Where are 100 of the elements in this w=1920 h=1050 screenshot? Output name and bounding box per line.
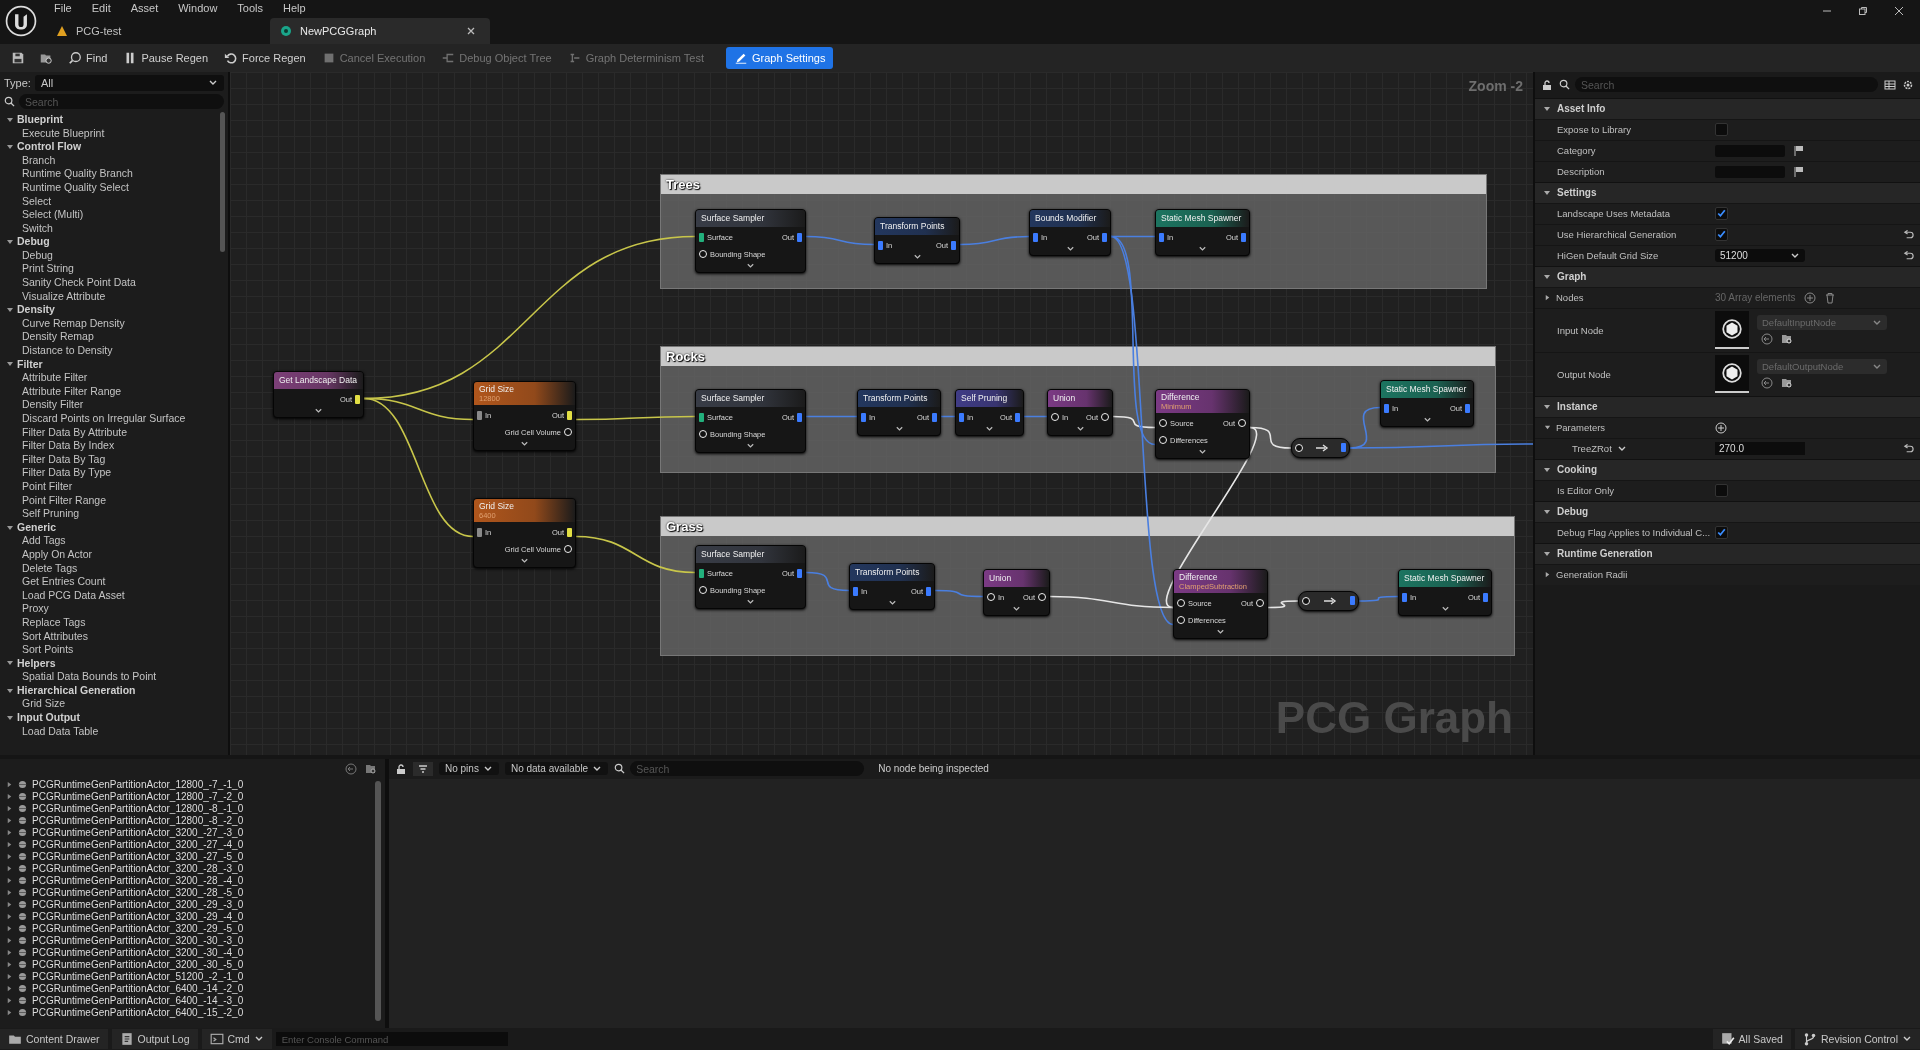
node-list-item[interactable]: Sort Points <box>6 643 228 657</box>
node-list-item[interactable]: Runtime Quality Select <box>6 180 228 195</box>
input-pin[interactable] <box>959 412 964 422</box>
scrollbar[interactable] <box>375 780 381 1021</box>
connection-wire[interactable] <box>575 415 696 421</box>
node-list-item[interactable]: Density Remap <box>6 330 228 345</box>
status-button[interactable]: Content Drawer <box>0 1029 108 1049</box>
table-icon[interactable] <box>1884 78 1896 91</box>
actor-list-item[interactable]: PCGRuntimeGenPartitionActor_12800_-7_-1_0 <box>32 779 244 791</box>
node-header[interactable]: Surface Sampler <box>696 389 805 407</box>
expander-icon[interactable] <box>6 949 13 957</box>
input-pin[interactable] <box>699 250 707 259</box>
node-list-item[interactable]: Apply On Actor <box>6 547 228 562</box>
chevron-icon[interactable] <box>985 425 994 432</box>
expander-icon[interactable] <box>6 781 13 789</box>
input-pin[interactable] <box>861 412 866 422</box>
input-pin[interactable] <box>1051 413 1059 422</box>
input-pin[interactable] <box>1384 403 1389 413</box>
input-pin[interactable] <box>699 232 704 242</box>
node-header[interactable]: Union <box>1048 389 1112 407</box>
actor-list-item[interactable]: PCGRuntimeGenPartitionActor_3200_-29_-5_0 <box>32 923 244 935</box>
input-pin[interactable] <box>1295 443 1303 452</box>
section-header[interactable]: Runtime Generation <box>1535 542 1920 564</box>
chevron-icon[interactable] <box>314 407 323 414</box>
output-pin[interactable] <box>1101 413 1109 422</box>
category-header[interactable]: Control Flow <box>6 140 228 154</box>
category-header[interactable]: Hierarchical Generation <box>6 683 228 698</box>
node-header[interactable]: Bounds Modifier <box>1030 209 1110 227</box>
node-list-item[interactable]: Filter Data By Type <box>6 466 228 480</box>
node-list-item[interactable]: Filter Data By Attribute <box>6 425 228 440</box>
actor-list-item[interactable]: PCGRuntimeGenPartitionActor_3200_-29_-4_0 <box>32 911 244 923</box>
chevron-icon[interactable] <box>1440 605 1450 612</box>
input-pin[interactable] <box>699 412 704 422</box>
actor-list-item[interactable]: PCGRuntimeGenPartitionActor_3200_-28_-4_0 <box>32 875 244 887</box>
grid-size-dropdown[interactable]: 51200 <box>1715 249 1805 263</box>
node-header[interactable]: Static Mesh Spawner <box>1381 380 1473 398</box>
node-list-item[interactable]: Filter Data By Index <box>6 439 228 453</box>
node-header[interactable]: Surface Sampler <box>696 545 805 563</box>
expander-icon[interactable] <box>6 961 13 969</box>
asset-thumbnail[interactable] <box>1715 355 1749 394</box>
input-pin[interactable] <box>878 240 883 250</box>
flag-icon[interactable] <box>1793 165 1805 178</box>
expander-icon[interactable] <box>6 817 13 825</box>
node-header[interactable]: Transform Points <box>850 563 934 581</box>
actor-list-item[interactable]: PCGRuntimeGenPartitionActor_3200_-30_-4_0 <box>32 947 244 959</box>
restore-icon[interactable] <box>1858 6 1868 16</box>
expander-icon[interactable] <box>6 841 13 849</box>
node-header[interactable]: Static Mesh Spawner <box>1156 209 1249 227</box>
expander-icon[interactable] <box>1544 424 1551 432</box>
toolbar-button[interactable]: Find <box>62 46 114 69</box>
actor-list-item[interactable]: PCGRuntimeGenPartitionActor_3200_-27_-3_0 <box>32 827 244 839</box>
reset-icon[interactable] <box>1903 250 1914 261</box>
expander-icon[interactable] <box>6 877 13 885</box>
category-header[interactable]: Helpers <box>6 656 228 671</box>
section-header[interactable]: Debug <box>1535 500 1920 522</box>
trash-icon[interactable] <box>1823 291 1836 304</box>
expander-icon[interactable] <box>6 913 13 921</box>
expander-icon[interactable] <box>1544 294 1551 302</box>
close-icon[interactable] <box>1894 6 1904 16</box>
output-pin[interactable] <box>1238 419 1246 428</box>
category-header[interactable]: Filter <box>6 357 228 372</box>
menu-item[interactable]: File <box>54 2 72 14</box>
input-pin[interactable] <box>699 568 704 578</box>
input-pin[interactable] <box>1177 616 1185 625</box>
input-pin[interactable] <box>699 586 707 595</box>
expander-icon[interactable] <box>6 853 13 861</box>
node-list-item[interactable]: Visualize Attribute <box>6 289 228 304</box>
expander-icon[interactable] <box>6 985 13 993</box>
input-pin[interactable] <box>1402 592 1407 602</box>
output-pin[interactable] <box>564 428 572 437</box>
node-list-item[interactable]: Execute Blueprint <box>6 126 228 141</box>
status-button[interactable]: Revision Control <box>1794 1029 1920 1049</box>
input-pin[interactable] <box>1159 232 1164 242</box>
node-header[interactable]: Get Landscape Data <box>274 371 363 389</box>
actor-list-item[interactable]: PCGRuntimeGenPartitionActor_6400_-15_-2_0 <box>32 1007 244 1019</box>
node-list-item[interactable]: Add Tags <box>6 534 228 548</box>
actor-list-item[interactable]: PCGRuntimeGenPartitionActor_51200_-2_-1_0 <box>32 971 244 983</box>
chevron-icon[interactable] <box>520 557 529 564</box>
input-pin[interactable] <box>1033 232 1038 242</box>
node-list-item[interactable]: Delete Tags <box>6 561 228 576</box>
input-pin[interactable] <box>1302 596 1310 605</box>
actor-list-item[interactable]: PCGRuntimeGenPartitionActor_3200_-27_-5_0 <box>32 851 244 863</box>
add-icon[interactable] <box>1803 291 1816 304</box>
expander-icon[interactable] <box>6 829 13 837</box>
use-selected-icon[interactable] <box>1761 333 1773 346</box>
actor-list-item[interactable]: PCGRuntimeGenPartitionActor_12800_-8_-1_0 <box>32 803 244 815</box>
output-pin[interactable] <box>564 545 572 554</box>
node-list-item[interactable]: Point Filter Range <box>6 493 228 508</box>
section-header[interactable]: Settings <box>1535 181 1920 203</box>
node-header[interactable]: Union <box>984 569 1049 587</box>
connection-wire[interactable] <box>575 535 696 574</box>
settings-icon[interactable] <box>1902 78 1914 91</box>
node-list-item[interactable]: Load Data Table <box>6 724 228 739</box>
chevron-icon[interactable] <box>1216 628 1225 635</box>
search-field[interactable]: Search <box>1575 77 1878 93</box>
chevron-icon[interactable] <box>746 598 755 605</box>
input-pin[interactable] <box>1159 436 1167 445</box>
chevron-icon[interactable] <box>1198 245 1207 252</box>
add-icon[interactable] <box>1715 421 1727 434</box>
actor-list-item[interactable]: PCGRuntimeGenPartitionActor_6400_-14_-2_0 <box>32 983 244 995</box>
